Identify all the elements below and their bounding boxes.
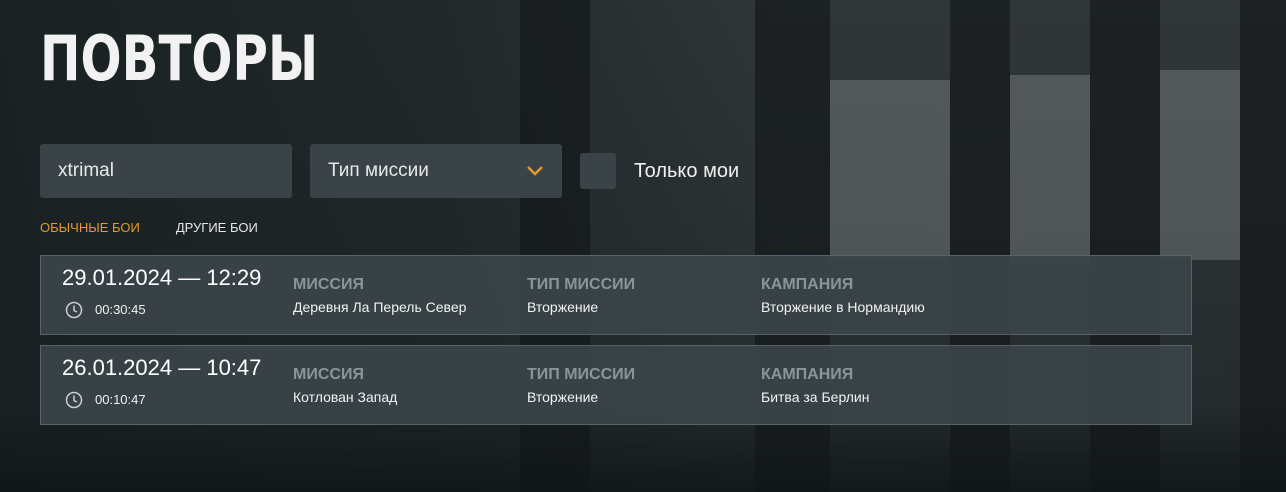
clock-icon xyxy=(65,301,83,319)
replay-datetime: 29.01.2024 — 12:29 xyxy=(62,265,262,290)
mission-type-value: Вторжение xyxy=(527,299,599,315)
replay-row[interactable]: 26.01.2024 — 10:47 00:10:47 МИССИЯ Котло… xyxy=(40,345,1192,425)
campaign-value: Битва за Берлин xyxy=(761,389,870,405)
tab-regular-battles[interactable]: ОБЫЧНЫЕ БОИ xyxy=(40,219,140,236)
mission-type-select[interactable]: Тип миссии xyxy=(310,144,562,198)
campaign-column: КАМПАНИЯ Вторжение в Нормандию xyxy=(761,276,925,316)
only-mine-checkbox[interactable] xyxy=(580,153,616,189)
battle-tabs: ОБЫЧНЫЕ БОИ ДРУГИЕ БОИ xyxy=(40,219,258,236)
replay-list: 29.01.2024 — 12:29 00:30:45 МИССИЯ Дерев… xyxy=(40,255,1192,435)
campaign-value: Вторжение в Нормандию xyxy=(761,299,925,315)
mission-header: МИССИЯ xyxy=(293,366,364,383)
campaign-header: КАМПАНИЯ xyxy=(761,366,854,383)
clock-icon xyxy=(65,391,83,409)
mission-column: МИССИЯ Котлован Запад xyxy=(293,366,397,406)
tab-other-battles[interactable]: ДРУГИЕ БОИ xyxy=(176,219,258,236)
replay-row[interactable]: 29.01.2024 — 12:29 00:30:45 МИССИЯ Дерев… xyxy=(40,255,1192,335)
campaign-column: КАМПАНИЯ Битва за Берлин xyxy=(761,366,869,406)
replay-duration: 00:30:45 xyxy=(95,302,146,317)
mission-value: Котлован Запад xyxy=(293,389,398,405)
player-search-input[interactable] xyxy=(40,144,292,198)
mission-header: МИССИЯ xyxy=(293,276,364,293)
page-title: ПОВТОРЫ xyxy=(40,22,319,95)
mission-value: Деревня Ла Перель Север xyxy=(293,299,467,315)
mission-type-header: ТИП МИССИИ xyxy=(527,276,636,293)
only-mine-label[interactable]: Только мои xyxy=(634,158,739,184)
campaign-header: КАМПАНИЯ xyxy=(761,276,854,293)
replay-duration: 00:10:47 xyxy=(95,392,146,407)
mission-column: МИССИЯ Деревня Ла Перель Север xyxy=(293,276,466,316)
mission-type-column: ТИП МИССИИ Вторжение xyxy=(527,366,635,406)
mission-type-column: ТИП МИССИИ Вторжение xyxy=(527,276,635,316)
mission-type-value: Вторжение xyxy=(527,389,599,405)
replay-datetime: 26.01.2024 — 10:47 xyxy=(62,355,262,380)
chevron-down-icon xyxy=(527,166,543,176)
mission-type-select-label: Тип миссии xyxy=(328,160,429,181)
mission-type-header: ТИП МИССИИ xyxy=(527,366,636,383)
